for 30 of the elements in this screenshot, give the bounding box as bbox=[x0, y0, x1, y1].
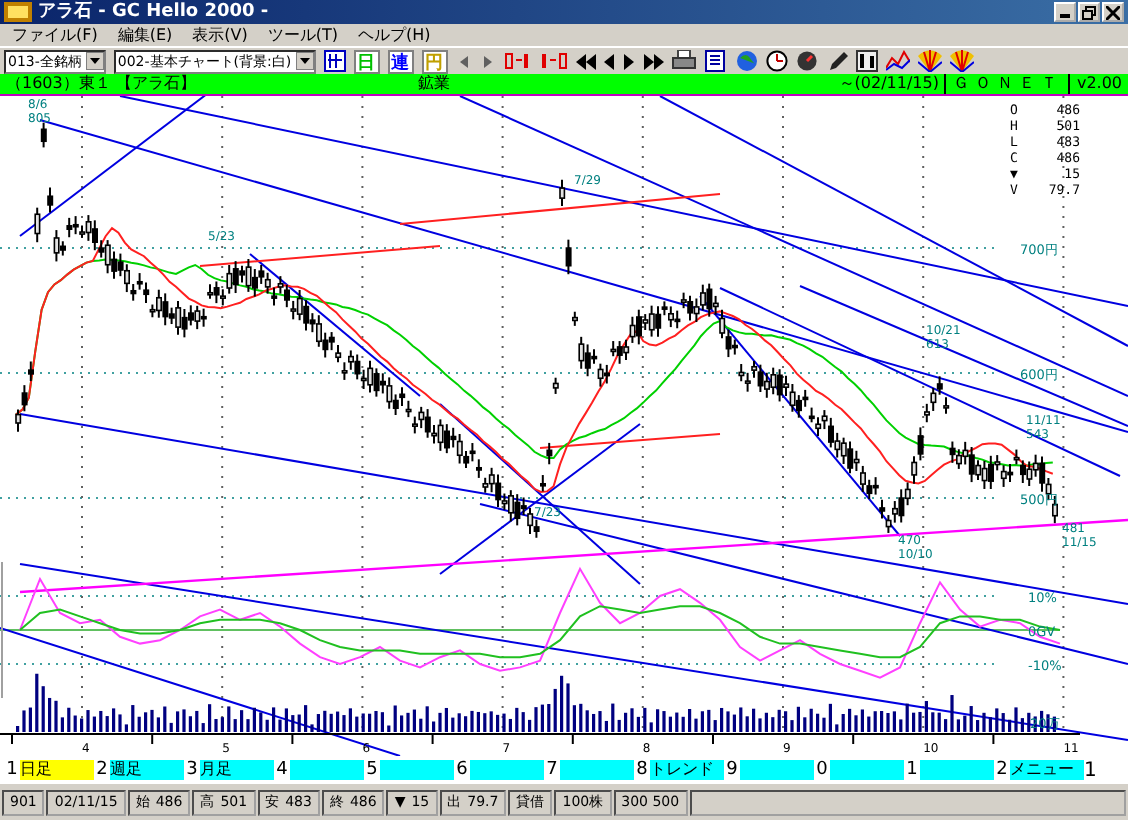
key-number: 5 bbox=[364, 760, 380, 780]
version-label: v2.00 bbox=[1068, 74, 1128, 94]
menu-item[interactable]: ヘルプ(H) bbox=[358, 24, 431, 46]
key-number: 0 bbox=[814, 760, 830, 780]
menu-item[interactable]: 編集(E) bbox=[117, 24, 173, 46]
key-number: 2 bbox=[94, 760, 110, 780]
sector-label: 鉱業 bbox=[415, 74, 452, 94]
brand-label: ＧＯＮＥＴ bbox=[944, 74, 1069, 94]
function-key[interactable]: メニュー bbox=[1010, 760, 1084, 780]
page-number: 1 bbox=[1084, 759, 1097, 781]
date-label: ～(02/11/15) bbox=[836, 74, 941, 94]
window-title: アラ石 - GC Hello 2000 - bbox=[38, 0, 269, 24]
key-number: 1 bbox=[4, 760, 20, 780]
key-number: 1 bbox=[904, 760, 920, 780]
key-number: 6 bbox=[454, 760, 470, 780]
function-key[interactable]: トレンド bbox=[650, 760, 724, 780]
function-key[interactable]: 月足 bbox=[200, 760, 274, 780]
menu-item[interactable]: ファイル(F) bbox=[12, 24, 98, 46]
toolbar-button[interactable]: 連 bbox=[387, 49, 414, 73]
key-number: 7 bbox=[544, 760, 560, 780]
menu-item[interactable]: ツール(T) bbox=[267, 24, 338, 46]
key-number: 4 bbox=[274, 760, 290, 780]
key-number: 3 bbox=[184, 760, 200, 780]
key-number: 2 bbox=[994, 760, 1010, 780]
key-number: 9 bbox=[724, 760, 740, 780]
function-key[interactable]: 週足 bbox=[110, 760, 184, 780]
menu-item[interactable]: 表示(V) bbox=[192, 24, 248, 46]
stock-code: （1603）東１ 【アラ石】 bbox=[4, 74, 198, 94]
key-number: 8 bbox=[634, 760, 650, 780]
function-key[interactable]: 日足 bbox=[20, 760, 94, 780]
